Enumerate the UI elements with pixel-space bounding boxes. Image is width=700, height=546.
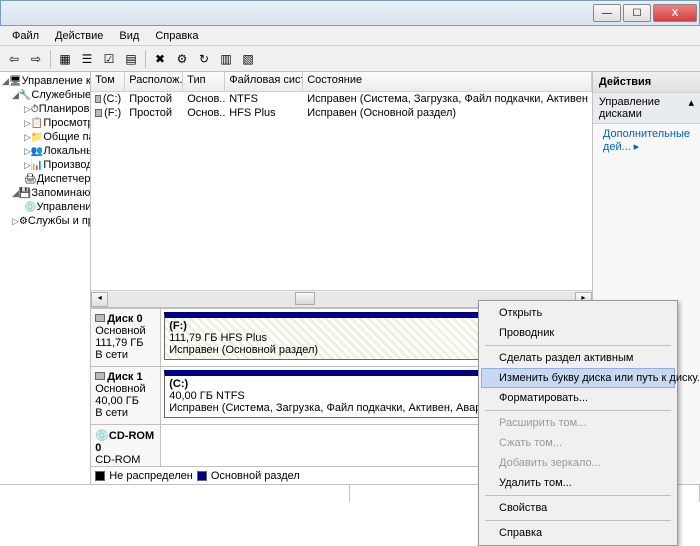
- col-status[interactable]: Состояние: [303, 72, 592, 91]
- collapse-icon: ▴: [688, 96, 694, 120]
- tree-devmgr[interactable]: 🖨Диспетчер устройств: [2, 172, 88, 186]
- maximize-button[interactable]: ☐: [623, 4, 651, 22]
- ctx-explorer[interactable]: Проводник: [481, 323, 675, 343]
- context-menu: Открыть Проводник Сделать раздел активны…: [478, 300, 678, 546]
- actions-more[interactable]: Дополнительные дей... ▸: [593, 124, 700, 157]
- extra-icon[interactable]: ▧: [238, 49, 258, 69]
- tree-root[interactable]: ◢🖥Управление компьютером (л: [2, 74, 88, 88]
- tree-users[interactable]: ▷👥Локальные пользовате: [2, 144, 88, 158]
- ctx-help[interactable]: Справка: [481, 523, 675, 543]
- chevron-right-icon: ▸: [634, 141, 640, 153]
- volume-list: (C:) Простой Основ... NTFS Исправен (Сис…: [91, 92, 592, 290]
- view-icon[interactable]: ☰: [77, 49, 97, 69]
- ctx-extend: Расширить том...: [481, 413, 675, 433]
- scroll-thumb[interactable]: [295, 292, 315, 305]
- titlebar: — ☐ X: [0, 0, 700, 26]
- menu-view[interactable]: Вид: [111, 28, 147, 44]
- list-row[interactable]: (F:) Простой Основ... HFS Plus Исправен …: [91, 106, 592, 120]
- disk-icon: [95, 372, 105, 380]
- tree-systools[interactable]: ◢🔧Служебные программы: [2, 88, 88, 102]
- settings-icon[interactable]: ⚙: [172, 49, 192, 69]
- menu-action[interactable]: Действие: [47, 28, 111, 44]
- list-icon[interactable]: ▤: [121, 49, 141, 69]
- actions-title: Действия: [593, 72, 700, 93]
- up-button[interactable]: ▦: [55, 49, 75, 69]
- actions-group[interactable]: Управление дисками▴: [593, 93, 700, 124]
- refresh-icon[interactable]: ↻: [194, 49, 214, 69]
- tree-services[interactable]: ▷⚙Службы и приложения: [2, 214, 88, 228]
- cdrom-info[interactable]: 💿CD-ROM 0 CD-ROM (D:) Нет носителя: [91, 425, 161, 466]
- menu-file[interactable]: Файл: [4, 28, 47, 44]
- disk0-info[interactable]: Диск 0 Основной 111,79 ГБ В сети: [91, 309, 161, 366]
- props-icon[interactable]: ☑: [99, 49, 119, 69]
- legend-unalloc-box: [95, 471, 105, 481]
- menubar: Файл Действие Вид Справка: [0, 26, 700, 46]
- volume-icon: [95, 95, 101, 103]
- tree-scheduler[interactable]: ▷⏱Планировщик заданий: [2, 102, 88, 116]
- menu-help[interactable]: Справка: [147, 28, 206, 44]
- col-type[interactable]: Тип: [183, 72, 225, 91]
- tree-perf[interactable]: ▷📊Производительность: [2, 158, 88, 172]
- volume-list-header: Том Располож... Тип Файловая сист... Сос…: [91, 72, 592, 92]
- ctx-shrink: Сжать том...: [481, 433, 675, 453]
- volume-icon: [95, 109, 102, 117]
- ctx-props[interactable]: Свойства: [481, 498, 675, 518]
- tree-storage[interactable]: ◢💾Запоминающие устройст: [2, 186, 88, 200]
- ctx-change-letter[interactable]: Изменить букву диска или путь к диску...: [481, 368, 675, 388]
- legend-primary-label: Основной раздел: [211, 470, 300, 482]
- tree-diskmgmt[interactable]: 💿Управление дисками: [2, 200, 88, 214]
- legend-unalloc-label: Не распределен: [109, 470, 193, 482]
- col-layout[interactable]: Располож...: [125, 72, 183, 91]
- layout-icon[interactable]: ▥: [216, 49, 236, 69]
- col-fs[interactable]: Файловая сист...: [225, 72, 303, 91]
- delete-icon[interactable]: ✖: [150, 49, 170, 69]
- ctx-make-active[interactable]: Сделать раздел активным: [481, 348, 675, 368]
- ctx-delete[interactable]: Удалить том...: [481, 473, 675, 493]
- toolbar: ⇦ ⇨ ▦ ☰ ☑ ▤ ✖ ⚙ ↻ ▥ ▧: [0, 46, 700, 72]
- ctx-mirror: Добавить зеркало...: [481, 453, 675, 473]
- col-volume[interactable]: Том: [91, 72, 125, 91]
- tree-events[interactable]: ▷📋Просмотр событий: [2, 116, 88, 130]
- nav-tree: ◢🖥Управление компьютером (л ◢🔧Служебные …: [0, 72, 91, 484]
- ctx-open[interactable]: Открыть: [481, 303, 675, 323]
- scroll-left-button[interactable]: ◂: [91, 292, 108, 307]
- forward-button[interactable]: ⇨: [26, 49, 46, 69]
- close-button[interactable]: X: [653, 4, 697, 22]
- minimize-button[interactable]: —: [593, 4, 621, 22]
- disk-icon: [95, 314, 105, 322]
- legend-primary-box: [197, 471, 207, 481]
- ctx-format[interactable]: Форматировать...: [481, 388, 675, 408]
- list-row[interactable]: (C:) Простой Основ... NTFS Исправен (Сис…: [91, 92, 592, 106]
- back-button[interactable]: ⇦: [4, 49, 24, 69]
- tree-shared[interactable]: ▷📁Общие папки: [2, 130, 88, 144]
- disk1-info[interactable]: Диск 1 Основной 40,00 ГБ В сети: [91, 367, 161, 424]
